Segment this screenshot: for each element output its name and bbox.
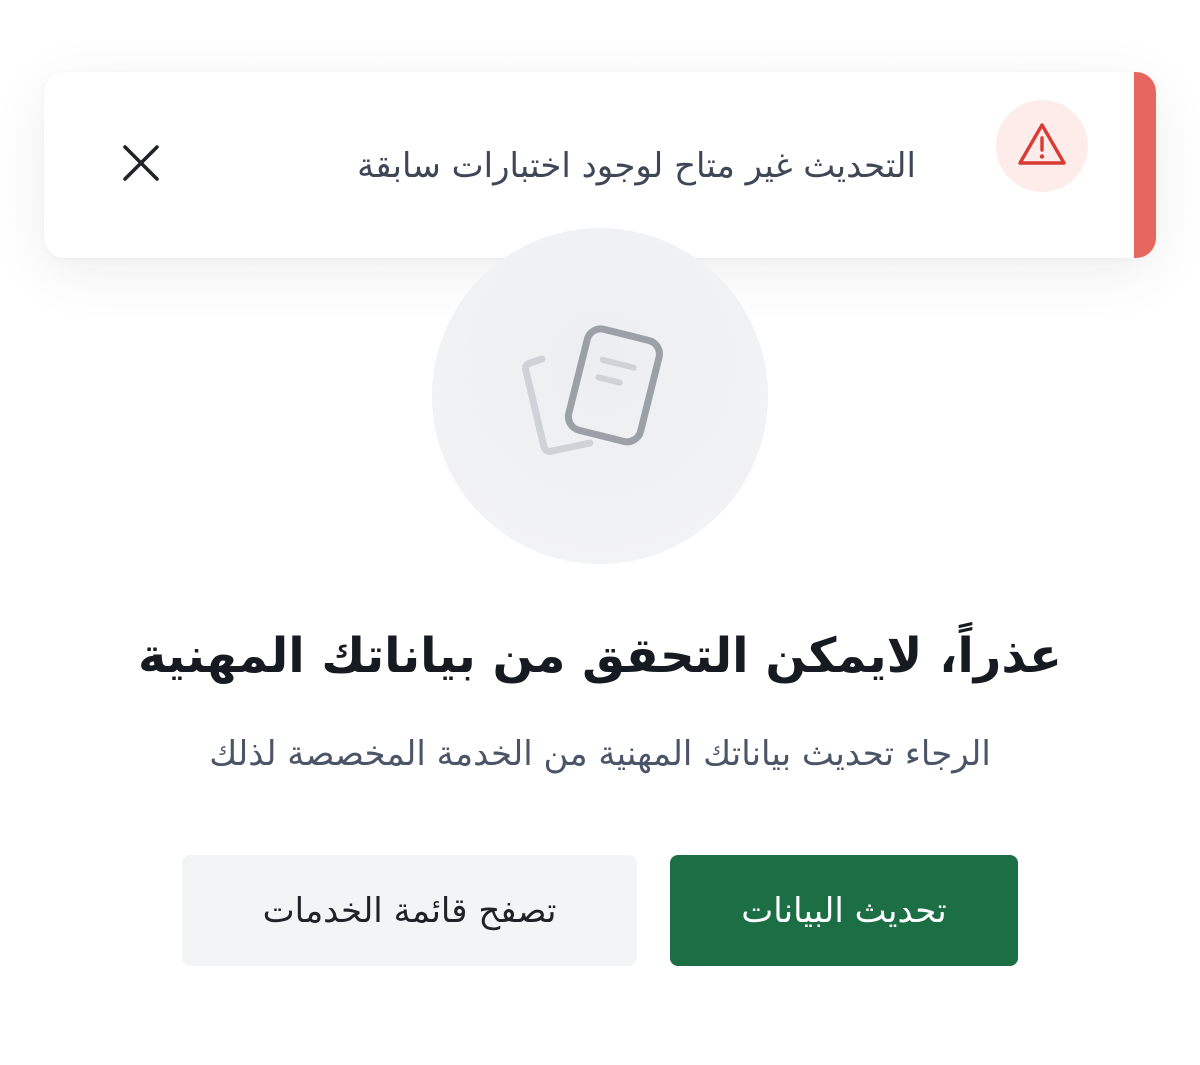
page-title: عذراً، لايمكن التحقق من بياناتك المهنية <box>138 628 1062 684</box>
warning-icon-badge <box>996 100 1088 192</box>
page-subtitle: الرجاء تحديث بياناتك المهنية من الخدمة ا… <box>209 734 991 774</box>
close-toast-button[interactable] <box>114 138 168 192</box>
browse-services-button[interactable]: تصفح قائمة الخدمات <box>182 855 637 966</box>
documents-icon <box>520 319 680 473</box>
toast-accent-bar <box>1134 72 1156 258</box>
warning-triangle-icon <box>1016 121 1068 171</box>
close-icon <box>121 143 161 187</box>
toast-message: التحديث غير متاح لوجود اختبارات سابقة <box>357 146 916 186</box>
update-data-button[interactable]: تحديث البيانات <box>670 855 1018 966</box>
empty-state-illustration <box>432 228 768 564</box>
page: التحديث غير متاح لوجود اختبارات سابقة عذ… <box>0 0 1200 1065</box>
